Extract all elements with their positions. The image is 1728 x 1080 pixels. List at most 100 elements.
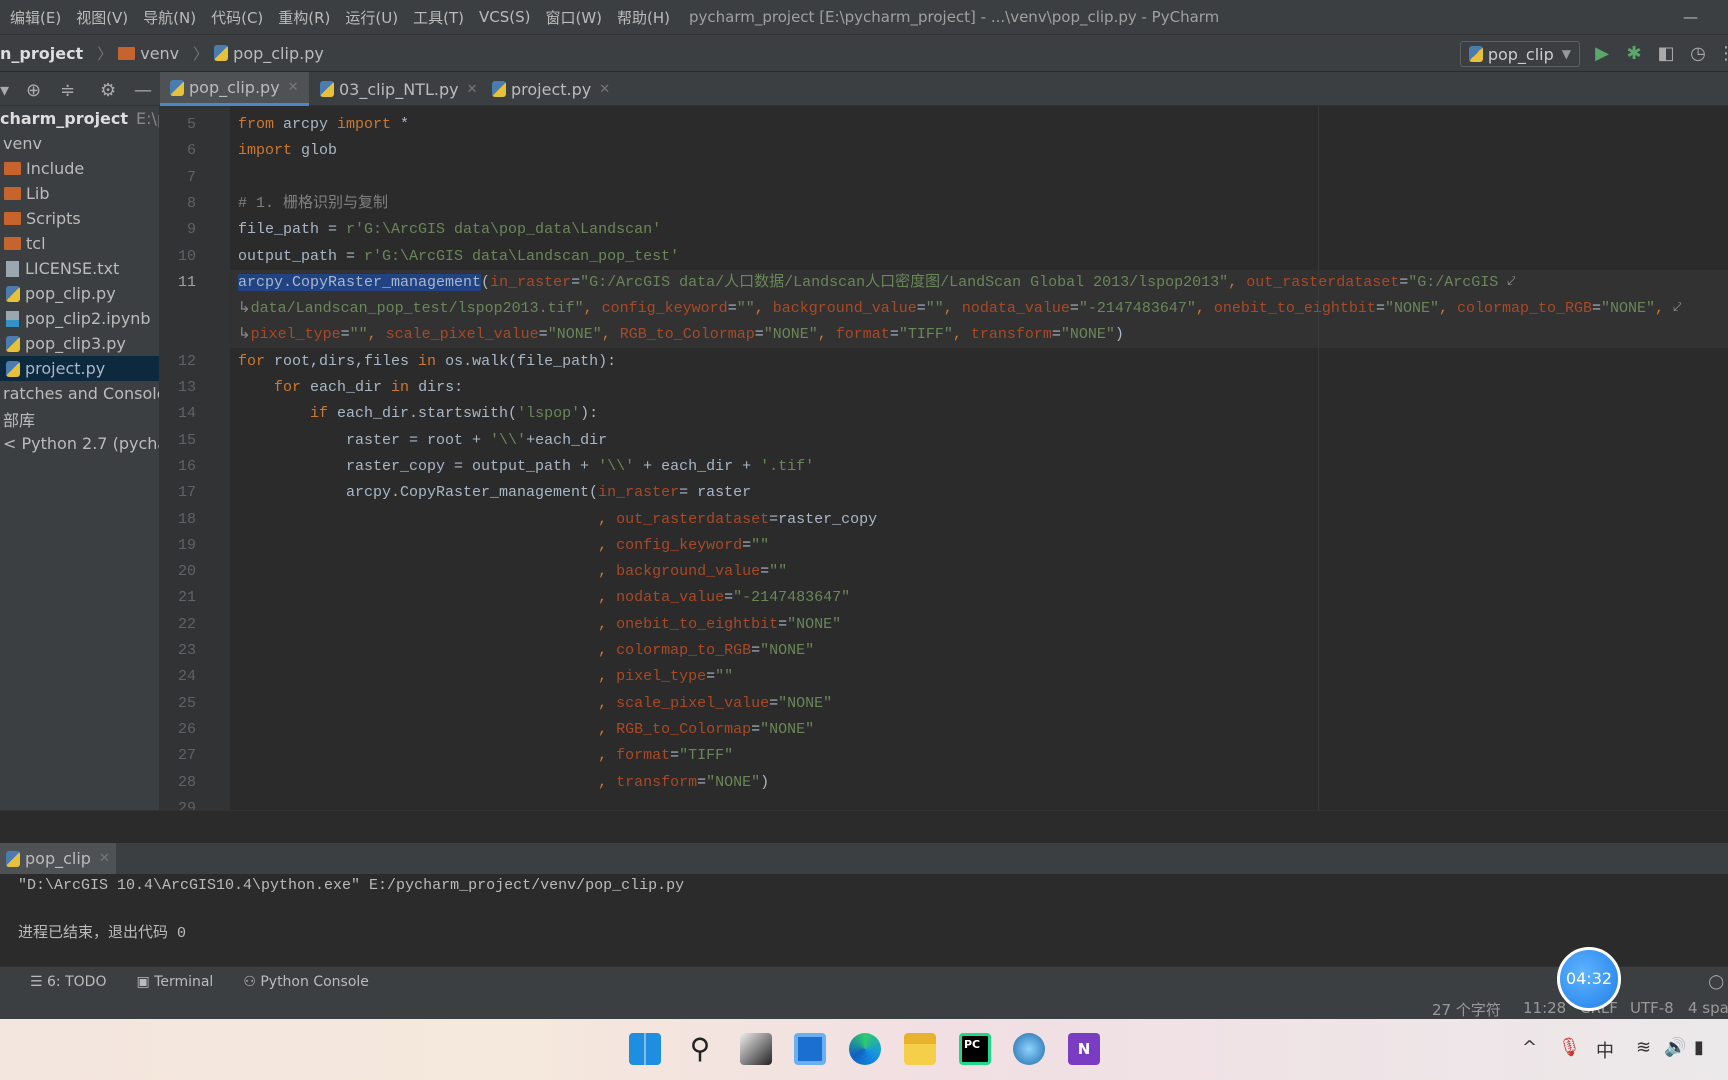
tree-item[interactable]: LICENSE.txt (0, 256, 159, 281)
line-number: 7 (186, 168, 196, 186)
file-encoding[interactable]: UTF-8 (1630, 999, 1674, 1017)
wifi-icon[interactable]: ≋ (1636, 1037, 1651, 1058)
python-icon (6, 850, 20, 867)
python-console-button[interactable]: ⚇ Python Console (243, 974, 369, 990)
breadcrumb-project[interactable]: n_project (0, 44, 83, 63)
close-icon[interactable]: ✕ (467, 82, 478, 97)
arcgis-icon[interactable] (1013, 1033, 1045, 1065)
menu-item[interactable]: 代码(C) (211, 7, 263, 28)
code-token: glob (292, 142, 338, 160)
dropdown-icon[interactable]: ▾ (0, 80, 9, 101)
menu-item[interactable]: 视图(V) (76, 7, 128, 28)
run-icon[interactable]: ▶ (1592, 44, 1612, 64)
code-token: , (1438, 300, 1457, 318)
ime-indicator[interactable]: 中 (1596, 1037, 1614, 1063)
menu-item[interactable]: 工具(T) (413, 7, 464, 28)
chevron-down-icon: ▼ (1561, 47, 1571, 61)
menu-item[interactable]: 重构(R) (278, 7, 330, 28)
coverage-icon[interactable]: ◧ (1656, 44, 1676, 64)
horizontal-scrollbar[interactable] (0, 810, 1728, 843)
tree-item[interactable]: < Python 2.7 (pycharm (0, 431, 159, 456)
minimize-button[interactable]: — (1683, 8, 1698, 26)
caret-position[interactable]: 11:28 (1523, 999, 1566, 1017)
tree-item[interactable]: pop_clip3.py (0, 331, 159, 356)
tree-item[interactable]: tcl (0, 231, 159, 256)
gear-icon[interactable]: ⚙ (100, 80, 116, 101)
tab-03-clip-ntl[interactable]: 03_clip_NTL.py ✕ (310, 72, 487, 106)
start-icon[interactable] (629, 1033, 661, 1065)
menu-item[interactable]: 编辑(E) (10, 7, 61, 28)
menu-item[interactable]: 运行(U) (345, 7, 398, 28)
breadcrumb-venv[interactable]: venv (118, 44, 179, 63)
code-token: = (706, 668, 716, 686)
terminal-button[interactable]: ▣ Terminal (136, 974, 213, 990)
line-number: 22 (177, 615, 196, 633)
code-token: nodata_value (616, 589, 725, 607)
tree-item[interactable]: pop_clip.py (0, 281, 159, 306)
recording-timer[interactable]: 04:32 (1557, 947, 1621, 1011)
close-icon[interactable]: ✕ (99, 851, 110, 866)
hide-icon[interactable]: — (134, 80, 152, 101)
battery-icon[interactable]: ▮ (1694, 1037, 1704, 1058)
tree-root[interactable]: charm_projectE:\pyc (0, 106, 159, 131)
code-token: , (598, 563, 617, 581)
todo-button[interactable]: ☰ 6: TODO (30, 974, 106, 990)
edge-icon[interactable] (849, 1033, 881, 1065)
tree-item[interactable]: Lib (0, 181, 159, 206)
tool-window-bar: ☰ 6: TODO ▣ Terminal ⚇ Python Console ◯ (0, 966, 1728, 997)
folder-icon (4, 212, 21, 225)
locate-icon[interactable]: ⊕ (26, 80, 41, 101)
code-token: out_rasterdataset (1246, 273, 1400, 291)
close-icon[interactable]: ✕ (288, 80, 299, 95)
code-token: RGB_to_Colormap (619, 326, 755, 344)
tree-item[interactable]: project.py (0, 356, 159, 381)
task-view-icon[interactable] (740, 1033, 772, 1065)
code-line: , scale_pixel_value="NONE" (230, 691, 1728, 717)
widgets-icon[interactable] (794, 1033, 826, 1065)
debug-icon[interactable]: ✱ (1624, 44, 1644, 64)
code-token: each_dir.startswith( (328, 405, 518, 423)
run-tab-pop-clip[interactable]: pop_clip ✕ (0, 843, 116, 874)
tree-item[interactable]: Include (0, 156, 159, 181)
tree-item[interactable]: venv (0, 131, 159, 156)
code-token: '.tif' (760, 457, 815, 475)
tree-item[interactable]: 部库 (0, 406, 159, 431)
collapse-icon[interactable]: ≑ (60, 80, 75, 101)
code-editor[interactable]: from arcpy import * import glob # 1. 栅格识别与… (230, 106, 1728, 810)
indent-setting[interactable]: 4 spac (1688, 999, 1728, 1017)
more-icon[interactable]: ⋮ (1716, 44, 1728, 64)
code-token: for (238, 352, 266, 370)
code-token: import (337, 116, 392, 133)
tray-overflow-icon[interactable]: ^ (1522, 1037, 1537, 1058)
file-explorer-icon[interactable] (904, 1033, 936, 1065)
tree-item[interactable]: ratches and Consoles (0, 381, 160, 406)
onenote-icon[interactable]: N (1068, 1033, 1100, 1065)
pycharm-icon[interactable]: PC (959, 1033, 991, 1065)
search-icon[interactable]: ⚲ (684, 1033, 716, 1065)
tree-item-label: ratches and Consoles (3, 384, 160, 403)
breadcrumb-file[interactable]: pop_clip.py (214, 44, 324, 63)
line-number: 21 (177, 589, 196, 607)
menu-item[interactable]: 窗口(W) (545, 7, 602, 28)
tab-pop-clip[interactable]: pop_clip.py ✕ (160, 72, 309, 106)
menu-item[interactable]: 导航(N) (143, 7, 196, 28)
event-log-icon[interactable]: ◯ (1708, 974, 1724, 990)
tree-item[interactable]: Scripts (0, 206, 159, 231)
menu-item[interactable]: 帮助(H) (617, 7, 670, 28)
code-line: , out_rasterdataset=raster_copy (230, 507, 1728, 533)
menu-item[interactable]: VCS(S) (479, 8, 530, 26)
run-configuration-select[interactable]: pop_clip ▼ (1459, 41, 1580, 67)
close-icon[interactable]: ✕ (599, 82, 610, 97)
volume-icon[interactable]: 🔊 (1664, 1037, 1686, 1058)
tab-project[interactable]: project.py ✕ (482, 72, 620, 106)
code-token: = (571, 273, 581, 291)
run-output[interactable]: "D:\ArcGIS 10.4\ArcGIS10.4\python.exe" E… (0, 874, 1728, 966)
tree-item-label: 部库 (3, 410, 36, 430)
profile-icon[interactable]: ◷ (1688, 44, 1708, 64)
microphone-icon[interactable]: 🎙 (1558, 1037, 1581, 1058)
code-token: onebit_to_eightbit (616, 615, 779, 633)
tree-item-label: pop_clip3.py (25, 334, 126, 353)
tree-item[interactable]: pop_clip2.ipynb (0, 306, 159, 331)
